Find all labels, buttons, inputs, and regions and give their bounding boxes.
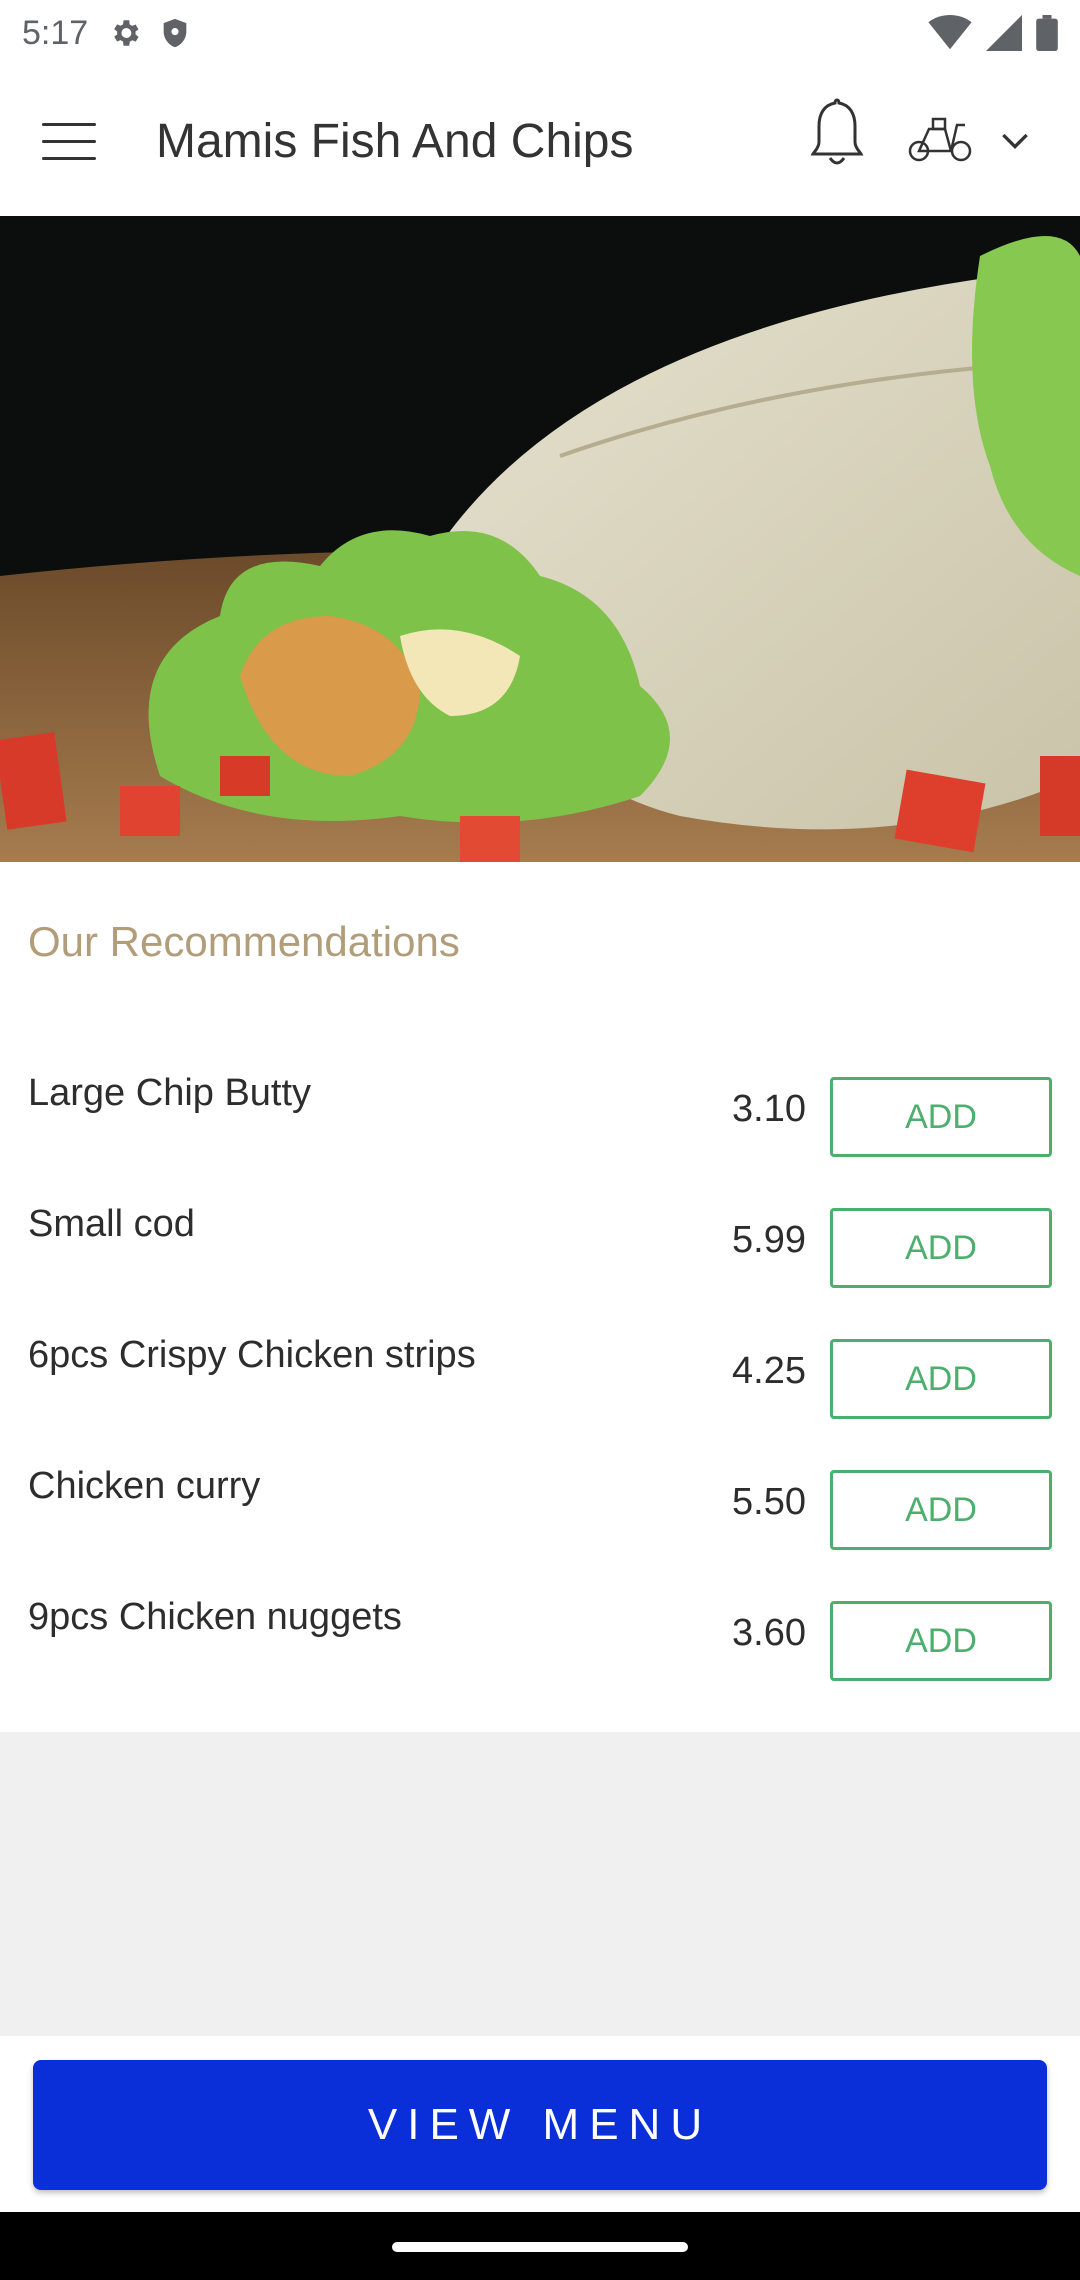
add-button[interactable]: ADD [830,1339,1052,1419]
settings-icon [114,20,139,46]
list-item: 9pcs Chicken nuggets 3.60 ADD [0,1596,1080,1696]
item-price: 5.99 [732,1219,806,1261]
list-item: Chicken curry 5.50 ADD [0,1465,1080,1565]
system-nav-bar [0,2212,1080,2280]
add-button[interactable]: ADD [830,1470,1052,1550]
item-price: 4.25 [732,1350,806,1392]
item-price: 5.50 [732,1481,806,1523]
chicken-wrap-photo [0,216,1080,862]
item-price: 3.60 [732,1612,806,1654]
wifi-icon [928,15,972,50]
hamburger-menu-icon[interactable] [42,111,112,171]
add-button[interactable]: ADD [830,1601,1052,1681]
status-time: 5:17 [22,13,89,52]
chevron-down-icon [1002,133,1028,150]
item-name: Small cod [28,1203,195,1245]
scooter-icon [908,117,972,162]
bell-icon [810,98,864,165]
battery-icon [1036,15,1058,51]
list-item: Small cod 5.99 ADD [0,1203,1080,1303]
bottom-bar: VIEW MENU [0,2036,1080,2212]
item-price: 3.10 [732,1088,806,1130]
status-bar: 5:17 [0,0,1080,66]
list-item: 6pcs Crispy Chicken strips 4.25 ADD [0,1334,1080,1434]
app-bar: Mamis Fish And Chips [0,66,1080,216]
add-button[interactable]: ADD [830,1208,1052,1288]
notifications-button[interactable] [805,94,869,174]
add-button[interactable]: ADD [830,1077,1052,1157]
shield-icon [163,18,187,48]
page-title: Mamis Fish And Chips [156,114,634,168]
item-name: Large Chip Butty [28,1072,312,1114]
delivery-mode-dropdown[interactable] [905,110,1055,170]
item-name: Chicken curry [28,1465,261,1507]
home-indicator[interactable] [392,2242,688,2252]
section-title: Our Recommendations [28,918,460,965]
item-name: 9pcs Chicken nuggets [28,1596,402,1638]
recommendations-section: Our Recommendations Large Chip Butty 3.1… [0,862,1080,1732]
hero-image [0,216,1080,862]
item-name: 6pcs Crispy Chicken strips [28,1334,476,1376]
view-menu-button[interactable]: VIEW MENU [33,2060,1047,2190]
list-item: Large Chip Butty 3.10 ADD [0,1072,1080,1172]
signal-icon [986,15,1022,51]
